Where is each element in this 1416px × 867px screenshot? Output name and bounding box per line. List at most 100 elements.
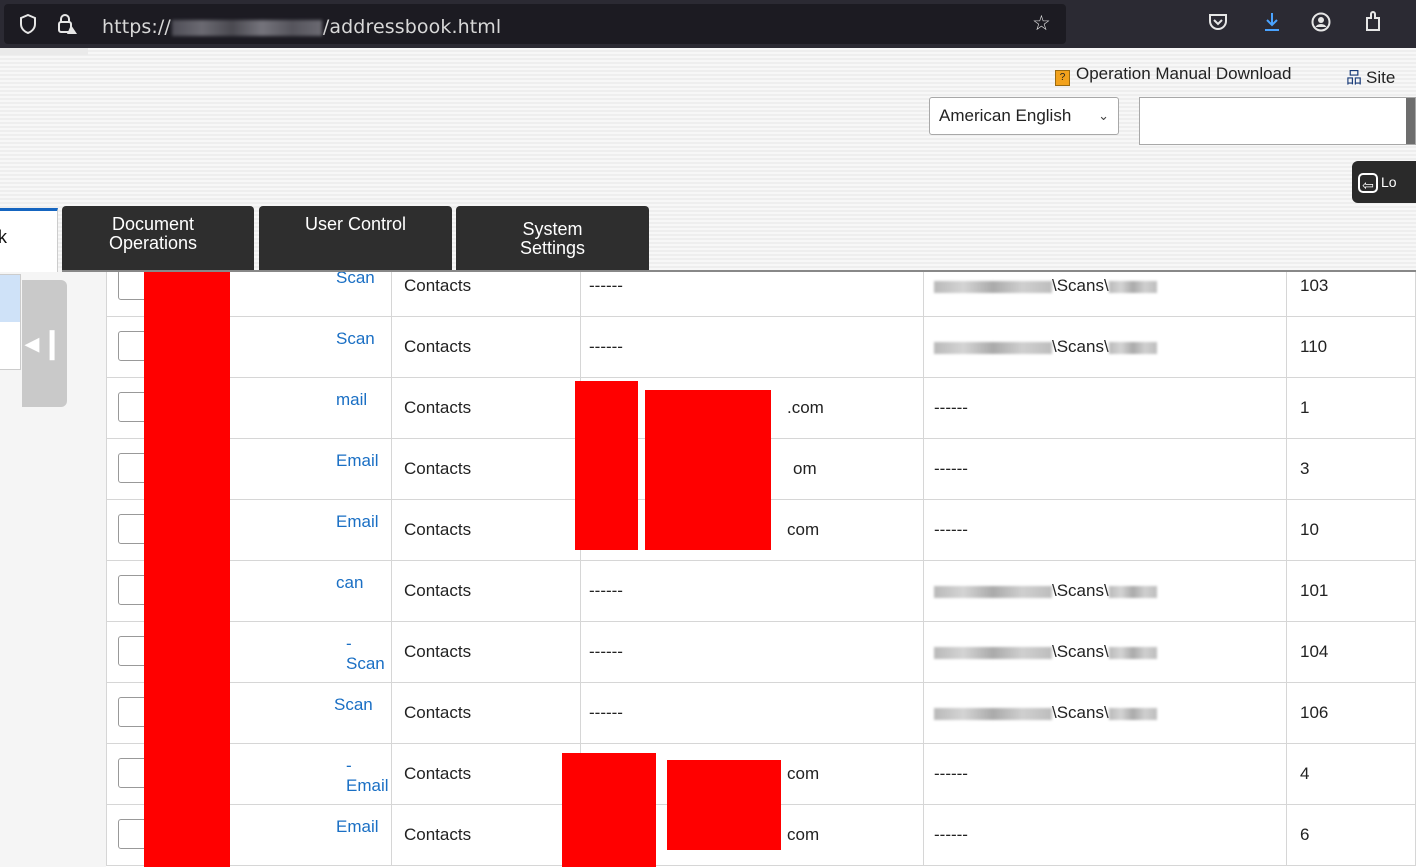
logout-icon: ⇦ [1358,173,1378,194]
sitemap-icon: 品 [1346,70,1363,87]
path-cell: ------ [923,377,1287,439]
tab-address-book[interactable]: ok [0,208,58,272]
email-text: com [787,764,820,783]
left-list [0,274,21,370]
blurred-folder [1108,341,1157,354]
header-search-input[interactable] [1139,97,1416,145]
contact-name-link[interactable]: Email [336,451,379,471]
path-cell: \Scans\ [923,272,1287,317]
path-cell: ------ [923,743,1287,805]
sitemap-link[interactable]: 品 Site [1346,64,1395,88]
search-button[interactable] [1406,98,1415,144]
chevron-down-icon: ⌄ [1098,108,1109,123]
path-text: ------ [934,764,968,783]
type-cell: Contacts [391,499,581,561]
account-icon[interactable] [1311,12,1331,37]
path-cell: ------ [923,804,1287,866]
contact-name-link[interactable]: Email [336,512,379,532]
blurred-folder [1108,646,1157,659]
number-cell: 110 [1286,316,1416,378]
tab-user-control[interactable]: User Control [259,206,452,272]
email-cell: ------ [580,560,924,622]
name-cell: Email [211,804,392,866]
manual-icon: ? [1055,70,1070,86]
path-text: ------ [934,459,968,478]
scan-path-text: \Scans\ [1052,642,1109,661]
contact-name-link[interactable]: Email [336,817,379,837]
email-text: ------ [589,642,623,661]
type-cell: Contacts [391,621,581,683]
email-cell: ------ [580,621,924,683]
blurred-host [934,341,1052,354]
shield-icon[interactable] [19,13,37,39]
contact-name-link[interactable]: can [336,573,363,593]
address-table-container[interactable]: Scan Contacts ------ \Scans\ 103 Scan Contacts… [106,272,1416,867]
number-cell: 10 [1286,499,1416,561]
blurred-host [934,646,1052,659]
email-text: com [787,520,820,539]
table-row[interactable]: Scan Contacts ------ \Scans\ 106 [106,682,1416,744]
number-cell: 1 [1286,377,1416,439]
logout-button[interactable]: ⇦ Lo [1352,161,1416,203]
language-select[interactable]: American English ⌄ [929,97,1119,135]
table-row[interactable]: - Scan Contacts ------ \Scans\ 104 [106,621,1416,683]
email-text: om [793,459,817,478]
type-cell: Contacts [391,377,581,439]
extensions-icon[interactable] [1364,10,1384,37]
star-icon[interactable]: ☆ [1032,13,1051,34]
path-cell: \Scans\ [923,682,1287,744]
name-cell: - Email [211,743,392,805]
number-cell: 6 [1286,804,1416,866]
email-text: .com [787,398,824,417]
blurred-host [934,585,1052,598]
tab-system-settings[interactable]: System Settings [456,206,649,272]
name-cell: mail [211,377,392,439]
scan-path-text: \Scans\ [1052,337,1109,356]
number-cell: 103 [1286,272,1416,317]
name-cell: Scan [211,272,392,317]
number-cell: 3 [1286,438,1416,500]
type-cell: Contacts [391,743,581,805]
number-cell: 4 [1286,743,1416,805]
redaction-bar [645,390,771,550]
name-cell: can [211,560,392,622]
pocket-icon[interactable] [1208,13,1228,36]
left-list-item-selected[interactable] [0,275,20,322]
lock-warning-icon[interactable] [56,13,78,40]
contact-name-link[interactable]: Scan [336,272,375,288]
table-row[interactable]: Scan Contacts ------ \Scans\ 110 [106,316,1416,378]
blurred-folder [1108,707,1157,720]
contact-name-link[interactable]: Scan [336,329,375,349]
path-text: ------ [934,520,968,539]
blurred-folder [1108,280,1157,293]
scan-path-text: \Scans\ [1052,276,1109,295]
number-cell: 101 [1286,560,1416,622]
url-text[interactable]: https:///addressbook.html [102,16,501,38]
address-bar[interactable]: https:///addressbook.html ☆ [4,4,1066,44]
scan-path-text: \Scans\ [1052,581,1109,600]
redaction-bar [575,381,638,550]
path-text: ------ [934,825,968,844]
table-row[interactable]: Scan Contacts ------ \Scans\ 103 [106,272,1416,317]
browser-toolbar: https:///addressbook.html ☆ [0,0,1416,48]
download-icon[interactable] [1262,11,1282,38]
left-panel: ◂❙ [0,272,106,867]
number-cell: 104 [1286,621,1416,683]
contact-name-link[interactable]: - Scan [346,634,391,674]
blurred-host [171,19,322,36]
contact-name-link[interactable]: mail [336,390,367,410]
contact-name-link[interactable]: Scan [334,695,373,715]
contact-name-link[interactable]: - Email [346,756,391,796]
path-cell: ------ [923,438,1287,500]
tab-document-operations[interactable]: Document Operations [62,206,254,272]
path-cell: \Scans\ [923,316,1287,378]
email-cell: ------ [580,272,924,317]
name-cell: Email [211,438,392,500]
operation-manual-link[interactable]: ? Operation Manual Download [1055,64,1291,86]
name-cell: Scan [211,682,392,744]
number-cell: 106 [1286,682,1416,744]
table-row[interactable]: can Contacts ------ \Scans\ 101 [106,560,1416,622]
scan-path-text: \Scans\ [1052,703,1109,722]
type-cell: Contacts [391,560,581,622]
collapse-panel-button[interactable]: ◂❙ [22,280,67,407]
